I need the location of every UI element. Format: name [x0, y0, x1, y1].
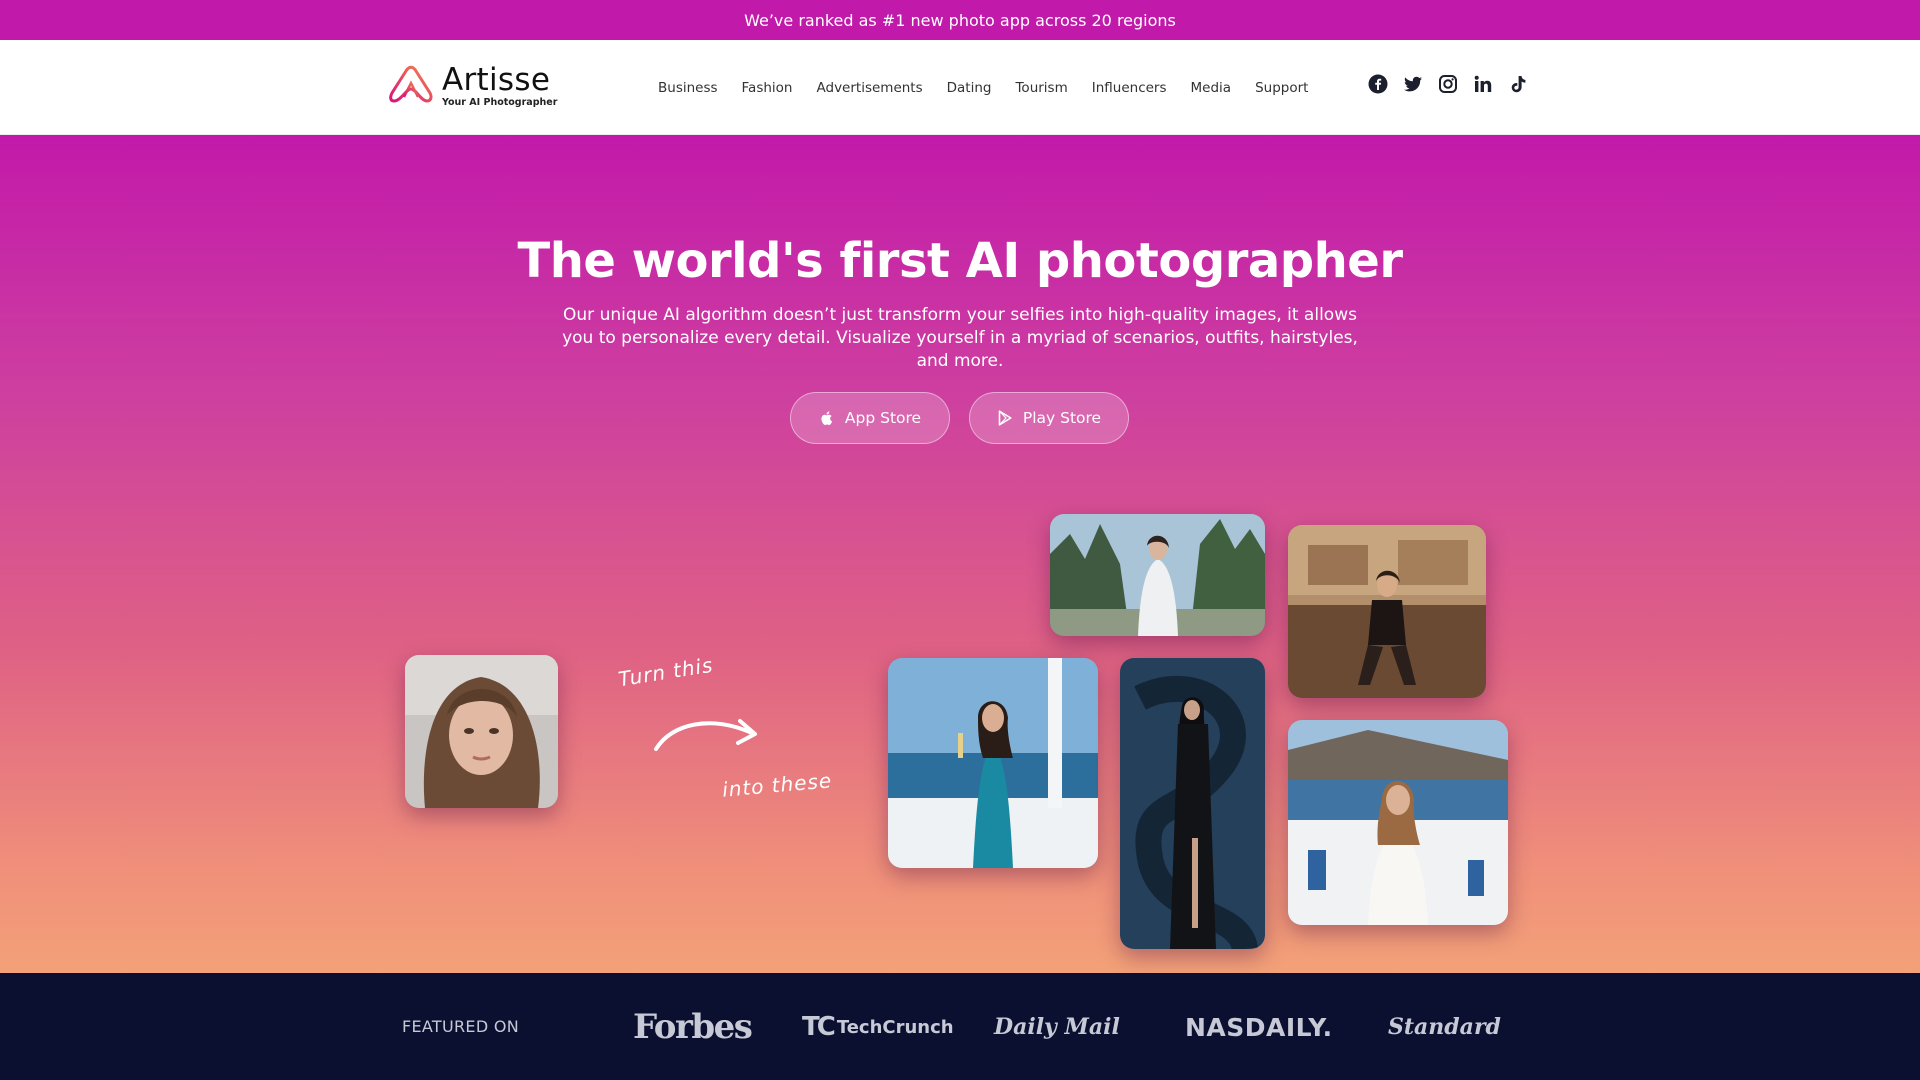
hero-section: The world's first AI photographer Our un…	[0, 135, 1920, 973]
app-store-label: App Store	[844, 409, 922, 427]
featured-on-section: FEATURED ON Forbes TC TechCrunch Daily M…	[0, 973, 1920, 1080]
linkedin-icon[interactable]	[1473, 74, 1493, 94]
site-header: Artisse Your AI Photographer Business Fa…	[0, 40, 1920, 135]
nav-influencers[interactable]: Influencers	[1092, 80, 1167, 96]
result-photo-santorini	[1288, 720, 1508, 925]
play-store-label: Play Store	[1022, 409, 1102, 427]
announcement-bar: We’ve ranked as #1 new photo app across …	[0, 0, 1920, 40]
nav-fashion[interactable]: Fashion	[742, 80, 793, 96]
facebook-icon[interactable]	[1368, 74, 1388, 94]
play-store-icon	[998, 410, 1012, 426]
arrow-icon	[654, 719, 757, 751]
nav-dating[interactable]: Dating	[947, 80, 992, 96]
forbes-logo[interactable]: Forbes	[633, 997, 753, 1057]
featured-on-label: FEATURED ON	[402, 1017, 519, 1036]
twitter-icon[interactable]	[1403, 74, 1423, 94]
nav-media[interactable]: Media	[1191, 80, 1232, 96]
instagram-icon[interactable]	[1438, 74, 1458, 94]
selfie-photo	[405, 655, 558, 808]
standard-logo[interactable]: Standard	[1388, 997, 1501, 1057]
result-photo-lingerie	[1288, 525, 1486, 698]
techcrunch-logo[interactable]: TC TechCrunch	[802, 997, 954, 1057]
logo[interactable]: Artisse Your AI Photographer	[388, 63, 557, 109]
nasdaily-logo[interactable]: NASDAILY.	[1185, 997, 1333, 1057]
social-links	[1368, 74, 1528, 94]
play-store-button[interactable]: Play Store	[969, 392, 1129, 444]
result-photo-bride	[1050, 514, 1265, 636]
techcrunch-mark: TC	[802, 1012, 836, 1042]
into-these-caption: into these	[721, 768, 834, 802]
announcement-text: We’ve ranked as #1 new photo app across …	[744, 10, 1176, 30]
hero-title: The world's first AI photographer	[517, 233, 1403, 289]
logo-tagline: Your AI Photographer	[442, 96, 558, 108]
main-nav: Business Fashion Advertisements Dating T…	[658, 40, 1332, 135]
techcrunch-wordmark: TechCrunch	[836, 1016, 954, 1038]
nav-tourism[interactable]: Tourism	[1015, 80, 1067, 96]
nav-advertisements[interactable]: Advertisements	[817, 80, 923, 96]
nav-support[interactable]: Support	[1255, 80, 1308, 96]
app-store-button[interactable]: App Store	[790, 392, 950, 444]
daily-mail-logo[interactable]: Daily Mail	[994, 997, 1120, 1057]
nav-business[interactable]: Business	[658, 80, 718, 96]
artisse-logo-icon	[389, 65, 433, 103]
hero-subtitle: Our unique AI algorithm doesn’t just tra…	[562, 305, 1358, 371]
result-photo-yacht	[888, 658, 1098, 868]
apple-icon	[821, 411, 833, 425]
result-photo-dragon	[1120, 658, 1265, 949]
turn-this-caption: Turn this	[616, 652, 715, 692]
logo-name: Artisse	[442, 61, 551, 98]
tiktok-icon[interactable]	[1508, 74, 1528, 94]
